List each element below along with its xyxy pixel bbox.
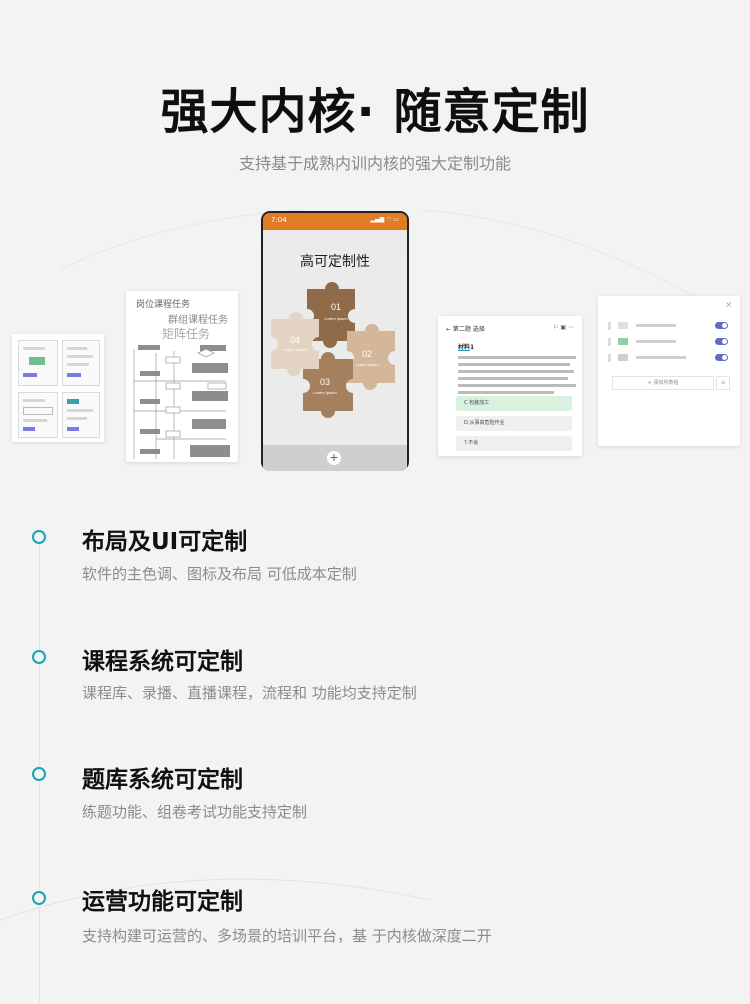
timeline-dot <box>32 767 46 781</box>
puzzle-piece-02: 02 Lorem Ipsum <box>347 324 395 390</box>
layout-thumbnail <box>62 392 100 438</box>
phone-time: 7:04 <box>271 216 287 224</box>
phone-signal-icon: ▂▄▆ ◠ ▭ <box>370 216 399 223</box>
quiz-option[interactable]: ?.不会 <box>456 436 572 451</box>
layout-preview-card <box>12 334 104 442</box>
quiz-option[interactable]: D.从事高危险作业 <box>456 416 572 431</box>
close-icon[interactable]: × <box>725 300 732 309</box>
phone-screen-title: 高可定制性 <box>300 254 370 270</box>
timeline-dot <box>32 530 46 544</box>
quiz-material-underline <box>458 350 470 351</box>
layout-thumbnail <box>18 392 58 438</box>
puzzle-caption-03: Lorem Ipsum <box>313 390 337 395</box>
add-list-group-button[interactable]: + 添加列表组 <box>612 376 714 390</box>
phone-header <box>263 230 407 250</box>
background-arc-bottom <box>0 878 431 921</box>
feature-title: 题库系统可定制 <box>82 767 243 793</box>
quiz-header: ← 第二题 选择 ⚐ ▣ ⋯ <box>446 324 574 340</box>
quiz-actions-icon[interactable]: ⚐ ▣ ⋯ <box>553 324 574 331</box>
feature-description: 课程库、录播、直播课程，流程和 功能均支持定制 <box>82 684 417 702</box>
layout-thumbnail <box>62 340 100 386</box>
puzzle-number-02: 02 <box>362 349 372 359</box>
quiz-option-label: D.从事高危险作业 <box>464 420 505 426</box>
timeline-dot <box>32 650 46 664</box>
quiz-card: ← 第二题 选择 ⚐ ▣ ⋯ 材料1 C.包装加工 D.从事高危险作业 ?.不会 <box>438 316 582 456</box>
feature-description: 练题功能、组卷考试功能支持定制 <box>82 803 308 821</box>
quiz-header-title: ← 第二题 选择 <box>446 326 485 333</box>
settings-row <box>608 321 728 331</box>
puzzle-piece-04: 04 Lorem Ipsum <box>271 312 319 376</box>
toggle-switch[interactable] <box>715 354 728 361</box>
settings-row <box>608 337 728 347</box>
puzzle-number-01: 01 <box>331 302 341 312</box>
page-subtitle: 支持基于成熟内训内核的强大定制功能 <box>238 154 511 173</box>
flowchart-diagram <box>133 345 230 459</box>
toggle-switch[interactable] <box>715 338 728 345</box>
add-button[interactable]: + <box>327 451 341 465</box>
quiz-option-label: C.包装加工 <box>464 400 490 406</box>
puzzle-caption-01: Lorem Ipsum <box>324 316 348 321</box>
puzzle-caption-04: Lorem Ipsum <box>283 347 307 352</box>
flowchart-card: 岗位课程任务 群组课程任务 矩阵任务 <box>126 291 238 462</box>
layout-thumbnail <box>18 340 58 386</box>
timeline-dot <box>32 891 46 905</box>
feature-title: 课程系统可定制 <box>82 649 243 675</box>
page-title: 强大内核· 随意定制 <box>160 84 590 140</box>
feature-title: 布局及UI可定制 <box>82 529 248 555</box>
feature-description: 支持构建可运营的、多场景的培训平台，基 于内核做深度二开 <box>82 927 492 945</box>
quiz-option-label: ?.不会 <box>464 440 479 446</box>
quiz-option[interactable]: C.包装加工 <box>456 396 572 411</box>
phone-screen: 7:04 ▂▄▆ ◠ ▭ 高可定制性 01 Lorem Ipsum 02 Lor… <box>263 213 407 471</box>
settings-row <box>608 353 728 363</box>
feature-description: 软件的主色调、图标及布局 可低成本定制 <box>82 565 357 583</box>
puzzle-number-04: 04 <box>290 335 300 345</box>
phone-mockup: 7:04 ▂▄▆ ◠ ▭ 高可定制性 01 Lorem Ipsum 02 Lor… <box>261 211 409 471</box>
toggle-switch[interactable] <box>715 322 728 329</box>
list-icon[interactable]: ≡ <box>716 376 730 390</box>
quiz-passage <box>458 356 576 398</box>
puzzle-caption-02: Lorem Ipsum <box>355 362 379 367</box>
phone-bottom-bar: + <box>263 445 407 471</box>
settings-card: × + 添加列表组 ≡ <box>598 296 740 446</box>
puzzle-number-03: 03 <box>320 377 330 387</box>
puzzle-graphic: 01 Lorem Ipsum 02 Lorem Ipsum 03 Lorem I… <box>271 282 395 418</box>
feature-title: 运营功能可定制 <box>82 889 243 915</box>
phone-status-bar: 7:04 ▂▄▆ ◠ ▭ <box>263 213 407 230</box>
